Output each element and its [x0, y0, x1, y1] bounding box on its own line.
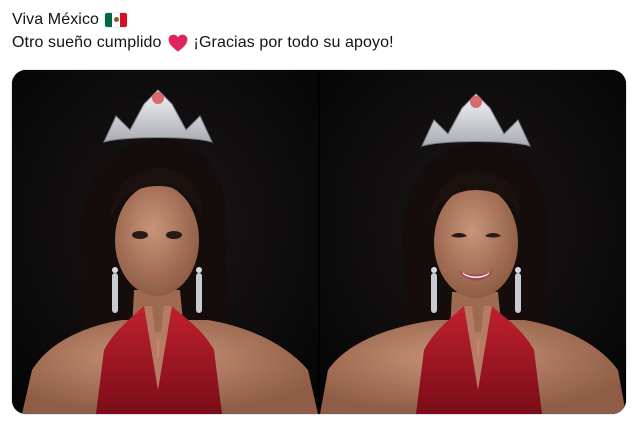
tweet: Viva México Otro sueño cumplido ¡Gracias…	[12, 8, 628, 54]
tweet-line-2-text-after: ¡Gracias por todo su apoyo!	[193, 34, 394, 51]
earring-right	[515, 267, 521, 273]
tweet-line-2-text-before: Otro sueño cumplido	[12, 34, 162, 51]
flag-stripe-green	[105, 12, 113, 27]
face	[115, 184, 199, 296]
tweet-text: Viva México Otro sueño cumplido ¡Gracias…	[12, 8, 628, 54]
flag-stripe-red	[119, 12, 128, 27]
tweet-line-1: Viva México	[12, 8, 628, 31]
crown-gem	[470, 96, 482, 108]
earring-right	[196, 267, 202, 273]
earring-left	[112, 267, 118, 273]
tweet-line-1-text: Viva México	[12, 11, 100, 28]
mexico-flag-icon	[105, 12, 128, 27]
photo-left[interactable]	[12, 70, 318, 414]
left-eye	[132, 231, 148, 239]
portrait-illustration-left	[12, 70, 318, 414]
photo-right[interactable]	[320, 70, 626, 414]
face	[434, 186, 518, 298]
earring-left	[431, 267, 437, 273]
earring-right-drop	[196, 273, 202, 313]
red-heart-icon	[168, 34, 187, 52]
flag-emblem	[113, 17, 119, 22]
earring-left-drop	[431, 273, 437, 313]
crown-gem	[152, 92, 164, 104]
tweet-line-2: Otro sueño cumplido ¡Gracias por todo su…	[12, 31, 628, 54]
earring-left-drop	[112, 273, 118, 313]
earring-right-drop	[515, 273, 521, 313]
portrait-illustration-right	[320, 70, 626, 414]
tweet-media-grid	[12, 70, 626, 414]
right-eye	[166, 231, 182, 239]
